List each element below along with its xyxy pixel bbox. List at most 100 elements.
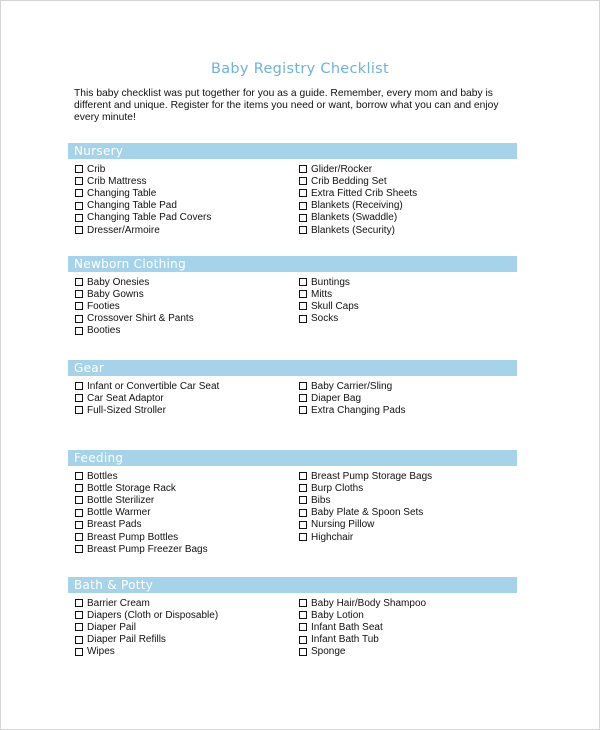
checklist-item[interactable]: Baby Onesies (75, 276, 194, 288)
checklist-item[interactable]: Blankets (Receiving) (299, 200, 417, 212)
checkbox-icon[interactable] (75, 165, 83, 174)
checkbox-icon[interactable] (75, 382, 83, 391)
checklist-item[interactable]: Glider/Rocker (299, 163, 417, 175)
checkbox-icon[interactable] (299, 484, 307, 493)
checkbox-icon[interactable] (299, 278, 307, 287)
checklist-item[interactable]: Nursing Pillow (299, 519, 432, 531)
checklist-item[interactable]: Changing Table Pad Covers (75, 212, 211, 224)
checklist-item[interactable]: Diaper Bag (299, 392, 406, 404)
checklist-item[interactable]: Diapers (Cloth or Disposable) (75, 609, 218, 621)
checkbox-icon[interactable] (75, 545, 83, 554)
checklist-item[interactable]: Blankets (Swaddle) (299, 212, 417, 224)
checklist-item[interactable]: Mitts (299, 288, 359, 300)
checklist-item[interactable]: Burp Cloths (299, 482, 432, 494)
checklist-item[interactable]: Extra Changing Pads (299, 404, 406, 416)
checklist-item[interactable]: Breast Pads (75, 519, 208, 531)
checklist-item[interactable]: Crib Bedding Set (299, 175, 417, 187)
checkbox-icon[interactable] (299, 472, 307, 481)
checkbox-icon[interactable] (299, 189, 307, 198)
checklist-item[interactable]: Baby Plate & Spoon Sets (299, 507, 432, 519)
checklist-item[interactable]: Bottle Storage Rack (75, 482, 208, 494)
checkbox-icon[interactable] (75, 189, 83, 198)
checkbox-icon[interactable] (75, 314, 83, 323)
checkbox-icon[interactable] (299, 394, 307, 403)
checklist-item[interactable]: Wipes (75, 646, 218, 658)
checkbox-icon[interactable] (299, 201, 307, 210)
checklist-item[interactable]: Buntings (299, 276, 359, 288)
checklist-item[interactable]: Crib (75, 163, 211, 175)
checklist-item[interactable]: Diaper Pail Refills (75, 634, 218, 646)
checkbox-icon[interactable] (75, 496, 83, 505)
checklist-item[interactable]: Crossover Shirt & Pants (75, 313, 194, 325)
checkbox-icon[interactable] (299, 647, 307, 656)
checklist-item[interactable]: Infant Bath Tub (299, 634, 426, 646)
checkbox-icon[interactable] (299, 623, 307, 632)
checkbox-icon[interactable] (75, 611, 83, 620)
checkbox-icon[interactable] (299, 533, 307, 542)
checklist-item[interactable]: Highchair (299, 531, 432, 543)
checkbox-icon[interactable] (299, 382, 307, 391)
checkbox-icon[interactable] (75, 533, 83, 542)
checklist-item[interactable]: Sponge (299, 646, 426, 658)
checkbox-icon[interactable] (75, 520, 83, 529)
checklist-item[interactable]: Bibs (299, 494, 432, 506)
checklist-item[interactable]: Diaper Pail (75, 621, 218, 633)
checkbox-icon[interactable] (299, 177, 307, 186)
checkbox-icon[interactable] (75, 226, 83, 235)
checklist-item[interactable]: Infant Bath Seat (299, 621, 426, 633)
checkbox-icon[interactable] (75, 635, 83, 644)
checklist-item[interactable]: Infant or Convertible Car Seat (75, 380, 219, 392)
checkbox-icon[interactable] (75, 484, 83, 493)
checkbox-icon[interactable] (75, 623, 83, 632)
checkbox-icon[interactable] (299, 599, 307, 608)
checkbox-icon[interactable] (299, 611, 307, 620)
checkbox-icon[interactable] (75, 302, 83, 311)
checklist-item[interactable]: Baby Gowns (75, 288, 194, 300)
checklist-item[interactable]: Dresser/Armoire (75, 224, 211, 236)
checklist-item[interactable]: Full-Sized Stroller (75, 404, 219, 416)
checkbox-icon[interactable] (75, 472, 83, 481)
checklist-item[interactable]: Baby Carrier/Sling (299, 380, 406, 392)
checkbox-icon[interactable] (75, 508, 83, 517)
checklist-item[interactable]: Breast Pump Storage Bags (299, 470, 432, 482)
checkbox-icon[interactable] (299, 520, 307, 529)
checklist-item[interactable]: Changing Table (75, 187, 211, 199)
checklist-item[interactable]: Baby Lotion (299, 609, 426, 621)
checkbox-icon[interactable] (75, 177, 83, 186)
checkbox-icon[interactable] (75, 213, 83, 222)
checkbox-icon[interactable] (75, 599, 83, 608)
checkbox-icon[interactable] (299, 406, 307, 415)
checkbox-icon[interactable] (299, 496, 307, 505)
checklist-item[interactable]: Blankets (Security) (299, 224, 417, 236)
checkbox-icon[interactable] (75, 326, 83, 335)
checkbox-icon[interactable] (299, 302, 307, 311)
checkbox-icon[interactable] (75, 278, 83, 287)
checklist-item[interactable]: Changing Table Pad (75, 200, 211, 212)
checklist-item[interactable]: Bottle Warmer (75, 507, 208, 519)
checkbox-icon[interactable] (299, 508, 307, 517)
checklist-item[interactable]: Booties (75, 325, 194, 337)
checklist-item[interactable]: Footies (75, 300, 194, 312)
checklist-item[interactable]: Car Seat Adaptor (75, 392, 219, 404)
checklist-item[interactable]: Bottles (75, 470, 208, 482)
checkbox-icon[interactable] (299, 290, 307, 299)
checkbox-icon[interactable] (75, 201, 83, 210)
checklist-item[interactable]: Barrier Cream (75, 597, 218, 609)
checklist-item[interactable]: Baby Hair/Body Shampoo (299, 597, 426, 609)
checklist-item[interactable]: Breast Pump Bottles (75, 531, 208, 543)
checkbox-icon[interactable] (299, 226, 307, 235)
checkbox-icon[interactable] (75, 290, 83, 299)
checkbox-icon[interactable] (75, 394, 83, 403)
checklist-item[interactable]: Bottle Sterilizer (75, 494, 208, 506)
checkbox-icon[interactable] (299, 213, 307, 222)
checkbox-icon[interactable] (75, 406, 83, 415)
checkbox-icon[interactable] (75, 647, 83, 656)
checklist-item[interactable]: Crib Mattress (75, 175, 211, 187)
checkbox-icon[interactable] (299, 314, 307, 323)
checklist-item[interactable]: Socks (299, 313, 359, 325)
checkbox-icon[interactable] (299, 635, 307, 644)
checkbox-icon[interactable] (299, 165, 307, 174)
checklist-item[interactable]: Extra Fitted Crib Sheets (299, 187, 417, 199)
checklist-item[interactable]: Skull Caps (299, 300, 359, 312)
checklist-item[interactable]: Breast Pump Freezer Bags (75, 543, 208, 555)
